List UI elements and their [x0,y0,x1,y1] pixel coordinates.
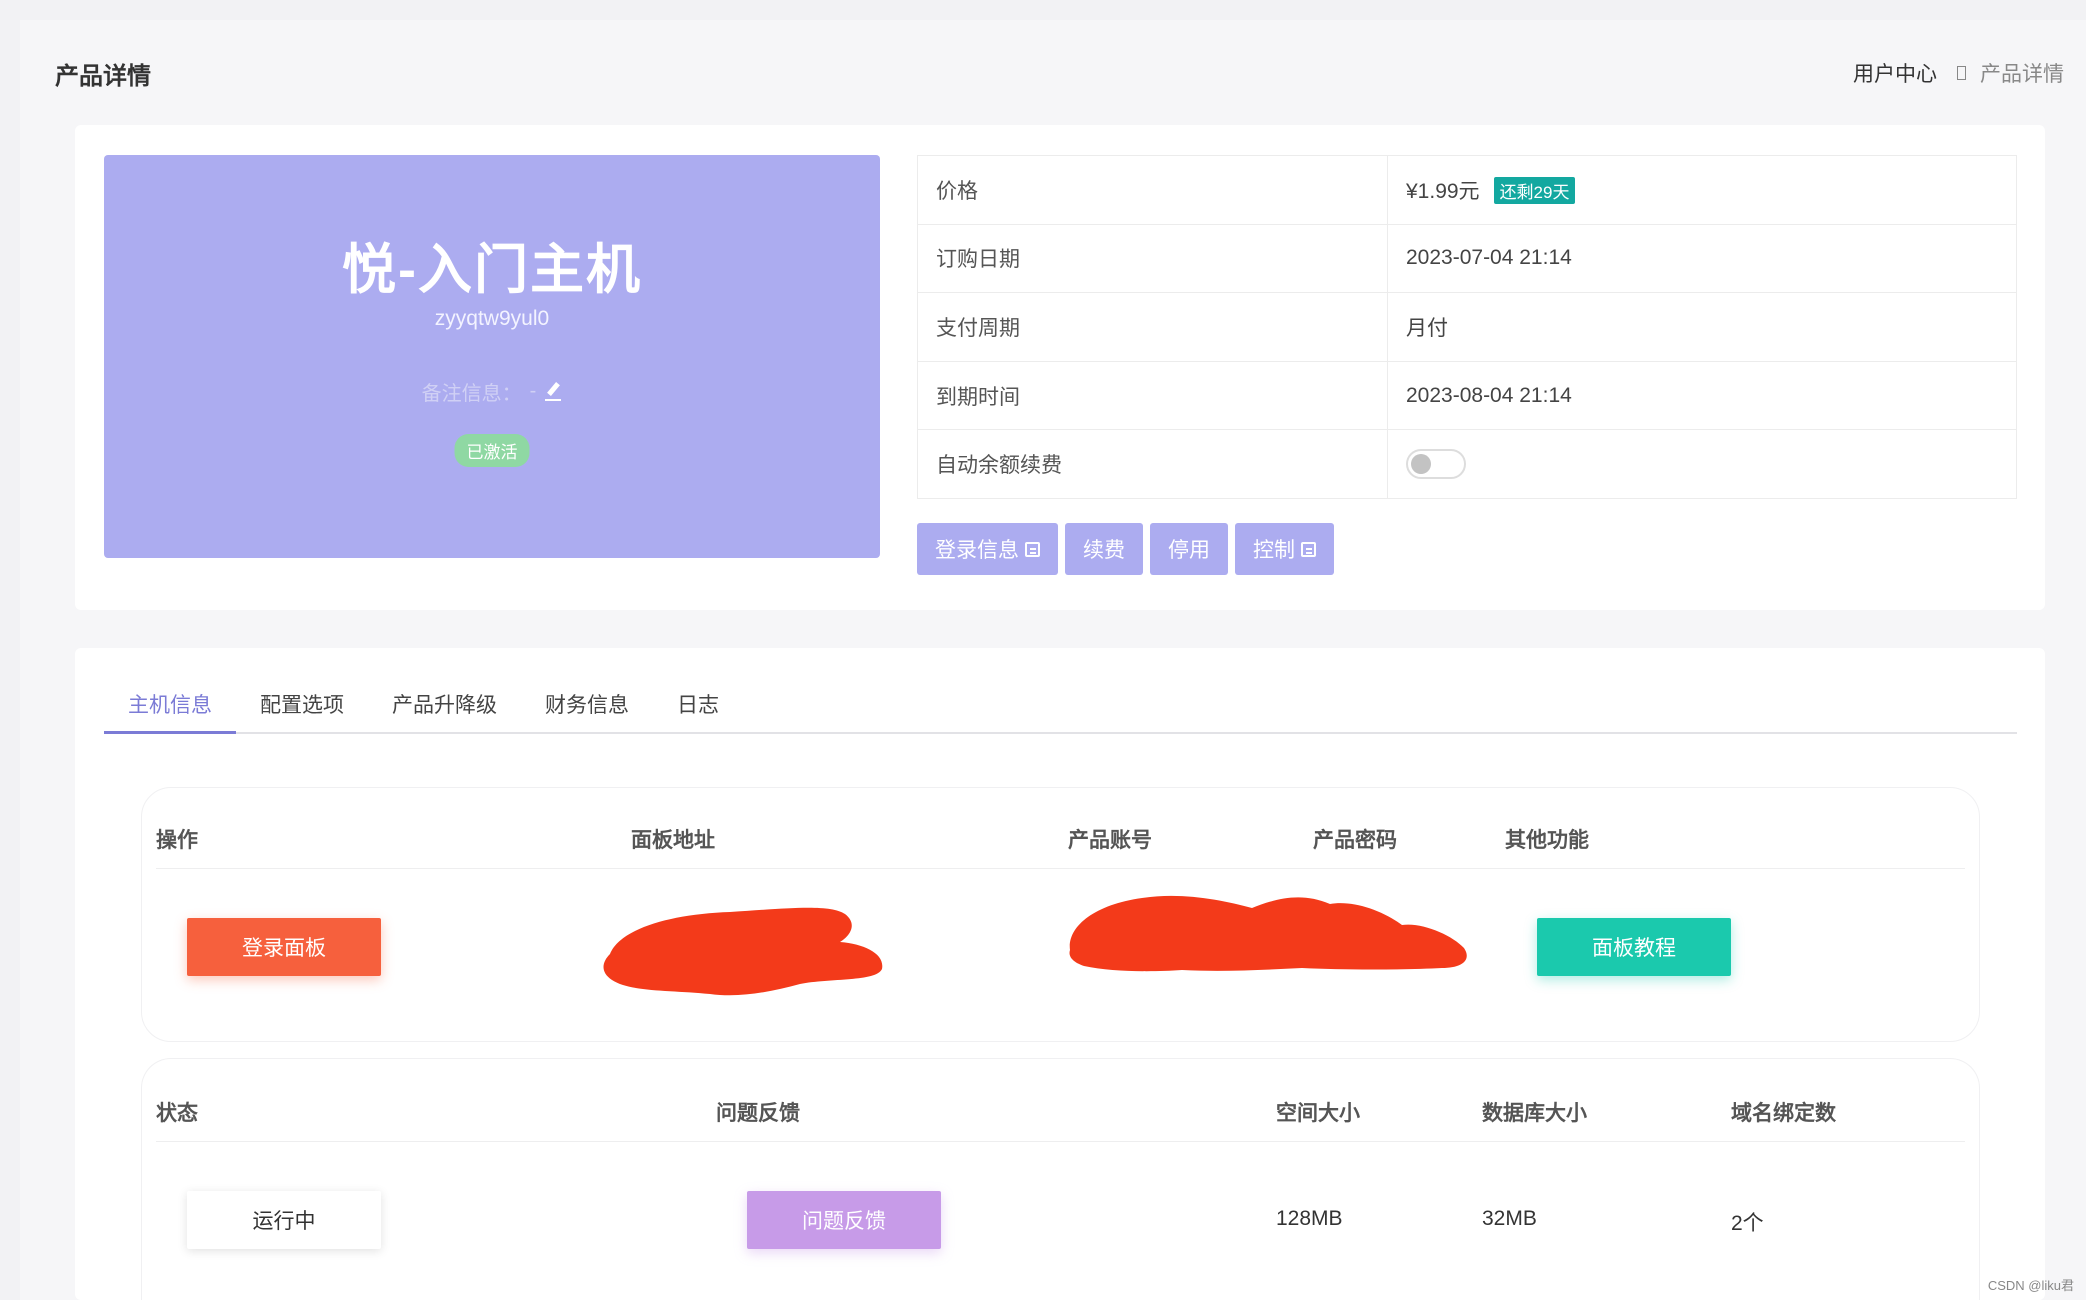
running-status-button[interactable]: 运行中 [187,1191,381,1249]
auto-renew-toggle[interactable] [1406,449,1466,480]
tab-logs[interactable]: 日志 [653,688,743,734]
product-hero: 悦-入门主机 zyyqtw9yul0 备注信息： - 已激活 [104,155,880,558]
login-panel-button[interactable]: 登录面板 [187,918,381,976]
control-label: 控制 [1253,539,1295,562]
disable-button[interactable]: 停用 [1150,523,1228,575]
column-header-password: 产品密码 [1313,829,1397,852]
top-strip [0,0,2086,20]
list-icon [1301,541,1316,557]
column-header-other-functions: 其他功能 [1505,829,1589,852]
info-row-auto-renew: 自动余额续费 [917,429,2017,499]
status-badge: 已激活 [454,434,530,467]
host-status-panel: 状态 问题反馈 空间大小 数据库大小 域名绑定数 运行中 问题反馈 128MB … [141,1058,1980,1300]
info-row-order-date: 订购日期 2023-07-04 21:14 [917,223,2017,294]
info-value: 月付 [1387,292,2017,362]
remaining-days-tag: 还剩29天 [1493,176,1576,204]
remark-value: - [529,380,537,402]
column-header-operation: 操作 [156,829,198,852]
breadcrumb-home[interactable]: 用户中心 [1853,58,1937,88]
info-value: 2023-07-04 21:14 [1387,223,2017,294]
column-header-db-size: 数据库大小 [1482,1102,1587,1125]
info-key: 支付周期 [917,292,1388,362]
info-value: 2023-08-04 21:14 [1387,360,2017,431]
page-title: 产品详情 [55,63,151,90]
info-key: 价格 [917,155,1388,225]
host-access-panel: 操作 面板地址 产品账号 产品密码 其他功能 登录面板 面板教程 [141,787,1980,1042]
tab-host-info[interactable]: 主机信息 [104,688,236,734]
left-strip [0,20,20,1300]
toggle-knob [1411,454,1431,475]
list-icon [1025,541,1040,557]
tab-config-options[interactable]: 配置选项 [236,688,368,734]
info-key: 到期时间 [917,360,1388,431]
edit-pencil-icon[interactable] [544,382,562,402]
login-info-label: 登录信息 [935,539,1019,562]
breadcrumb: 用户中心 产品详情 [1853,58,2064,88]
column-header-status: 状态 [156,1102,198,1125]
detail-tabs: 主机信息 配置选项 产品升降级 财务信息 日志 [104,688,2017,734]
info-row-expiry: 到期时间 2023-08-04 21:14 [917,360,2017,431]
remark-label: 备注信息： [421,383,522,405]
breadcrumb-separator-icon [1957,66,1966,80]
redacted-account-password [1069,895,1467,972]
panel-tutorial-button[interactable]: 面板教程 [1537,918,1731,976]
panel-divider [156,868,1965,869]
redacted-panel-address [603,907,883,996]
breadcrumb-current: 产品详情 [1980,63,2064,86]
space-size-value: 128MB [1276,1207,1343,1230]
product-actions: 登录信息 续费 停用 控制 [917,523,1334,575]
product-remark: 备注信息： - [104,377,880,406]
column-header-space: 空间大小 [1276,1102,1360,1125]
info-value: ¥1.99元 还剩29天 [1387,155,2017,225]
control-button[interactable]: 控制 [1235,523,1334,575]
column-header-account: 产品账号 [1068,829,1152,852]
info-key: 自动余额续费 [917,429,1388,499]
info-row-price: 价格 ¥1.99元 还剩29天 [917,155,2017,225]
feedback-button[interactable]: 问题反馈 [747,1191,941,1249]
renew-button[interactable]: 续费 [1065,523,1143,575]
tab-finance-info[interactable]: 财务信息 [521,688,653,734]
db-size-value: 32MB [1482,1207,1537,1230]
domain-count-value: 2个 [1731,1212,1764,1235]
info-row-billing-cycle: 支付周期 月付 [917,292,2017,362]
tab-upgrade-downgrade[interactable]: 产品升降级 [368,688,521,734]
column-header-feedback: 问题反馈 [716,1102,800,1125]
column-header-domain-count: 域名绑定数 [1731,1102,1836,1125]
panel-divider [156,1141,1965,1142]
info-key: 订购日期 [917,223,1388,294]
product-name: 悦-入门主机 [342,240,642,300]
product-info-table: 价格 ¥1.99元 还剩29天 订购日期 2023-07-04 21:14 支付周… [917,155,2017,499]
login-info-button[interactable]: 登录信息 [917,523,1058,575]
watermark: CSDN @liku君 [1987,1278,2074,1293]
price-value: ¥1.99元 [1406,179,1480,203]
column-header-panel-address: 面板地址 [631,829,715,852]
info-value [1387,429,2017,499]
product-id: zyyqtw9yul0 [434,307,550,330]
